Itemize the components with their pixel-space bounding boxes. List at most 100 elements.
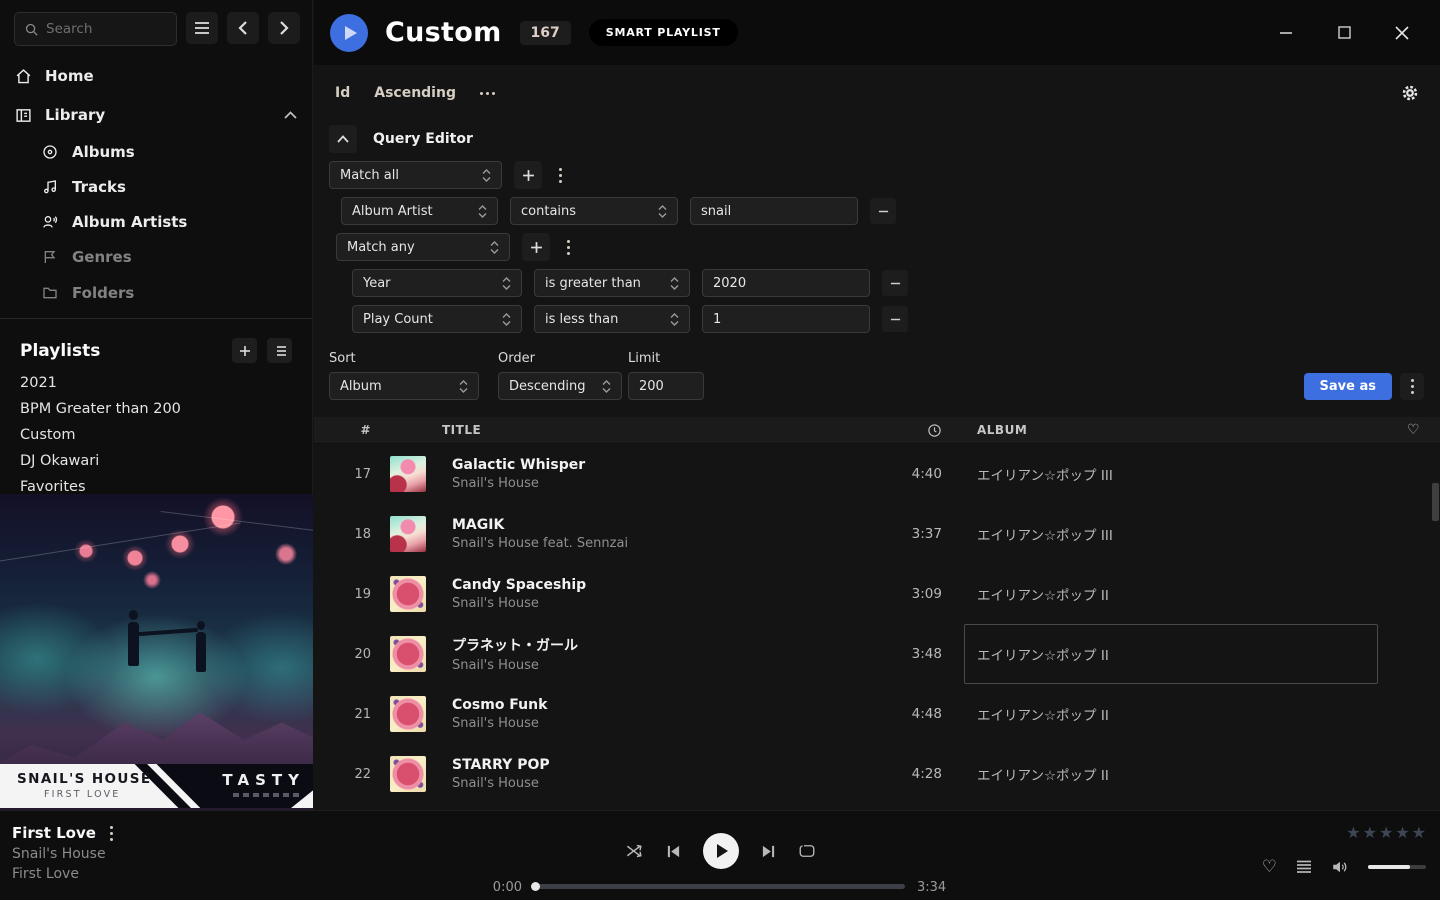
- match-type-select[interactable]: Match any: [336, 233, 510, 261]
- track-artist[interactable]: Snail's House: [452, 476, 872, 491]
- playlist-item[interactable]: 2021: [0, 370, 312, 396]
- add-rule-button[interactable]: [522, 233, 550, 261]
- playlist-item[interactable]: DJ Okawari: [0, 448, 312, 474]
- sidebar-item-folders[interactable]: Folders: [42, 284, 134, 302]
- rule-value-input[interactable]: [690, 197, 858, 225]
- window-minimize-button[interactable]: [1272, 19, 1300, 47]
- column-header-title[interactable]: TITLE: [374, 423, 872, 437]
- repeat-button[interactable]: [798, 843, 816, 859]
- rule-operator-select[interactable]: is greater than: [534, 269, 690, 297]
- table-row[interactable]: 22 STARRY POP Snail's House 4:28 エイリアン☆ポ…: [314, 744, 1440, 804]
- limit-input[interactable]: [628, 372, 704, 400]
- rule-operator-select[interactable]: contains: [510, 197, 678, 225]
- add-playlist-button[interactable]: [232, 338, 257, 363]
- track-title[interactable]: Cosmo Funk: [452, 697, 872, 713]
- shuffle-button[interactable]: [625, 843, 644, 859]
- star-icon[interactable]: ★: [1412, 823, 1426, 842]
- column-header-album[interactable]: ALBUM: [964, 417, 1378, 443]
- remove-rule-button[interactable]: [870, 198, 896, 224]
- remove-rule-button[interactable]: [882, 270, 908, 296]
- rule-operator-select[interactable]: is less than: [534, 305, 690, 333]
- column-header-duration[interactable]: [872, 423, 942, 438]
- sidebar-item-genres[interactable]: Genres: [42, 248, 132, 266]
- track-artist[interactable]: Snail's House feat. Sennzai: [452, 536, 872, 551]
- now-playing-cover-art[interactable]: SNAIL'S HOUSE FIRST LOVE TASTY: [0, 494, 313, 810]
- track-artist[interactable]: Snail's House: [452, 776, 872, 791]
- remove-rule-button[interactable]: [882, 306, 908, 332]
- window-close-button[interactable]: [1388, 19, 1416, 47]
- rule-field-select[interactable]: Play Count: [352, 305, 522, 333]
- track-album[interactable]: エイリアン☆ポップ II: [964, 744, 1378, 804]
- playlist-content: Id Ascending Query Editor Match all: [314, 65, 1440, 810]
- table-row[interactable]: 20 プラネット・ガール Snail's House 3:48 エイリアン☆ポッ…: [314, 624, 1440, 684]
- track-title[interactable]: Candy Spaceship: [452, 577, 872, 593]
- playlist-item[interactable]: Custom: [0, 422, 312, 448]
- sort-select[interactable]: Album: [329, 372, 479, 400]
- track-title[interactable]: Galactic Whisper: [452, 457, 872, 473]
- volume-slider[interactable]: [1368, 865, 1426, 869]
- rule-value-input[interactable]: [702, 305, 870, 333]
- play-playlist-button[interactable]: [330, 14, 368, 52]
- table-row[interactable]: 17 Galactic Whisper Snail's House 4:40 エ…: [314, 444, 1440, 504]
- seek-slider[interactable]: [535, 884, 905, 889]
- volume-icon[interactable]: [1331, 859, 1349, 875]
- column-header-number[interactable]: #: [314, 423, 374, 437]
- star-icon[interactable]: ★: [1395, 823, 1409, 842]
- search-box[interactable]: [14, 12, 177, 46]
- rule-value-input[interactable]: [702, 269, 870, 297]
- track-artist[interactable]: Snail's House: [452, 596, 872, 611]
- nav-back-button[interactable]: [227, 12, 259, 44]
- track-title[interactable]: プラネット・ガール: [452, 635, 872, 655]
- table-scrollbar[interactable]: [1432, 425, 1440, 810]
- sidebar-item-albums[interactable]: Albums: [42, 143, 135, 161]
- sidebar-item-album-artists[interactable]: Album Artists: [42, 213, 187, 231]
- group-menu-icon[interactable]: [554, 163, 567, 188]
- track-title[interactable]: MAGIK: [452, 517, 872, 533]
- scrollbar-thumb[interactable]: [1432, 483, 1439, 521]
- group-menu-icon[interactable]: [562, 235, 575, 260]
- save-menu-icon[interactable]: [1400, 373, 1424, 400]
- match-type-select[interactable]: Match all: [329, 161, 502, 189]
- favorite-button[interactable]: ♡: [1262, 857, 1277, 877]
- save-as-button[interactable]: Save as: [1304, 373, 1392, 400]
- more-options-icon[interactable]: [480, 92, 495, 95]
- track-album[interactable]: エイリアン☆ポップ II: [964, 564, 1378, 624]
- previous-track-button[interactable]: [666, 844, 681, 859]
- seek-handle[interactable]: [531, 882, 540, 891]
- sort-field-button[interactable]: Id: [335, 85, 350, 101]
- collapse-chevron-icon[interactable]: [284, 111, 297, 119]
- sidebar-item-library[interactable]: Library: [0, 101, 312, 129]
- nav-forward-button[interactable]: [268, 12, 300, 44]
- rule-field-select[interactable]: Album Artist: [341, 197, 498, 225]
- track-title[interactable]: STARRY POP: [452, 757, 872, 773]
- add-rule-button[interactable]: [514, 161, 542, 189]
- star-icon[interactable]: ★: [1363, 823, 1377, 842]
- queue-icon[interactable]: [1296, 860, 1312, 874]
- track-artist[interactable]: Snail's House: [452, 658, 872, 673]
- rule-field-select[interactable]: Year: [352, 269, 522, 297]
- track-album[interactable]: エイリアン☆ポップ III: [964, 444, 1378, 504]
- sidebar-item-home[interactable]: Home: [0, 62, 312, 90]
- playlist-item[interactable]: BPM Greater than 200: [0, 396, 312, 422]
- table-row[interactable]: 18 MAGIK Snail's House feat. Sennzai 3:3…: [314, 504, 1440, 564]
- star-icon[interactable]: ★: [1346, 823, 1360, 842]
- track-album[interactable]: エイリアン☆ポップ II: [964, 684, 1378, 744]
- track-album[interactable]: エイリアン☆ポップ II: [964, 624, 1378, 684]
- track-artist[interactable]: Snail's House: [452, 716, 872, 731]
- playlist-list-button[interactable]: [267, 338, 292, 363]
- sidebar-item-tracks[interactable]: Tracks: [42, 178, 126, 196]
- play-pause-button[interactable]: [703, 833, 739, 869]
- column-header-favorite[interactable]: ♡: [1378, 422, 1440, 438]
- next-track-button[interactable]: [761, 844, 776, 859]
- search-input[interactable]: [46, 21, 156, 37]
- menu-button[interactable]: [186, 12, 218, 44]
- window-maximize-button[interactable]: [1330, 19, 1358, 47]
- table-row[interactable]: 19 Candy Spaceship Snail's House 3:09 エイ…: [314, 564, 1440, 624]
- order-select[interactable]: Descending: [498, 372, 622, 400]
- table-row[interactable]: 21 Cosmo Funk Snail's House 4:48 エイリアン☆ポ…: [314, 684, 1440, 744]
- settings-gear-icon[interactable]: [1401, 84, 1419, 102]
- track-album[interactable]: エイリアン☆ポップ III: [964, 504, 1378, 564]
- star-icon[interactable]: ★: [1379, 823, 1393, 842]
- query-editor-collapse-button[interactable]: [329, 125, 357, 153]
- sort-direction-button[interactable]: Ascending: [374, 85, 456, 101]
